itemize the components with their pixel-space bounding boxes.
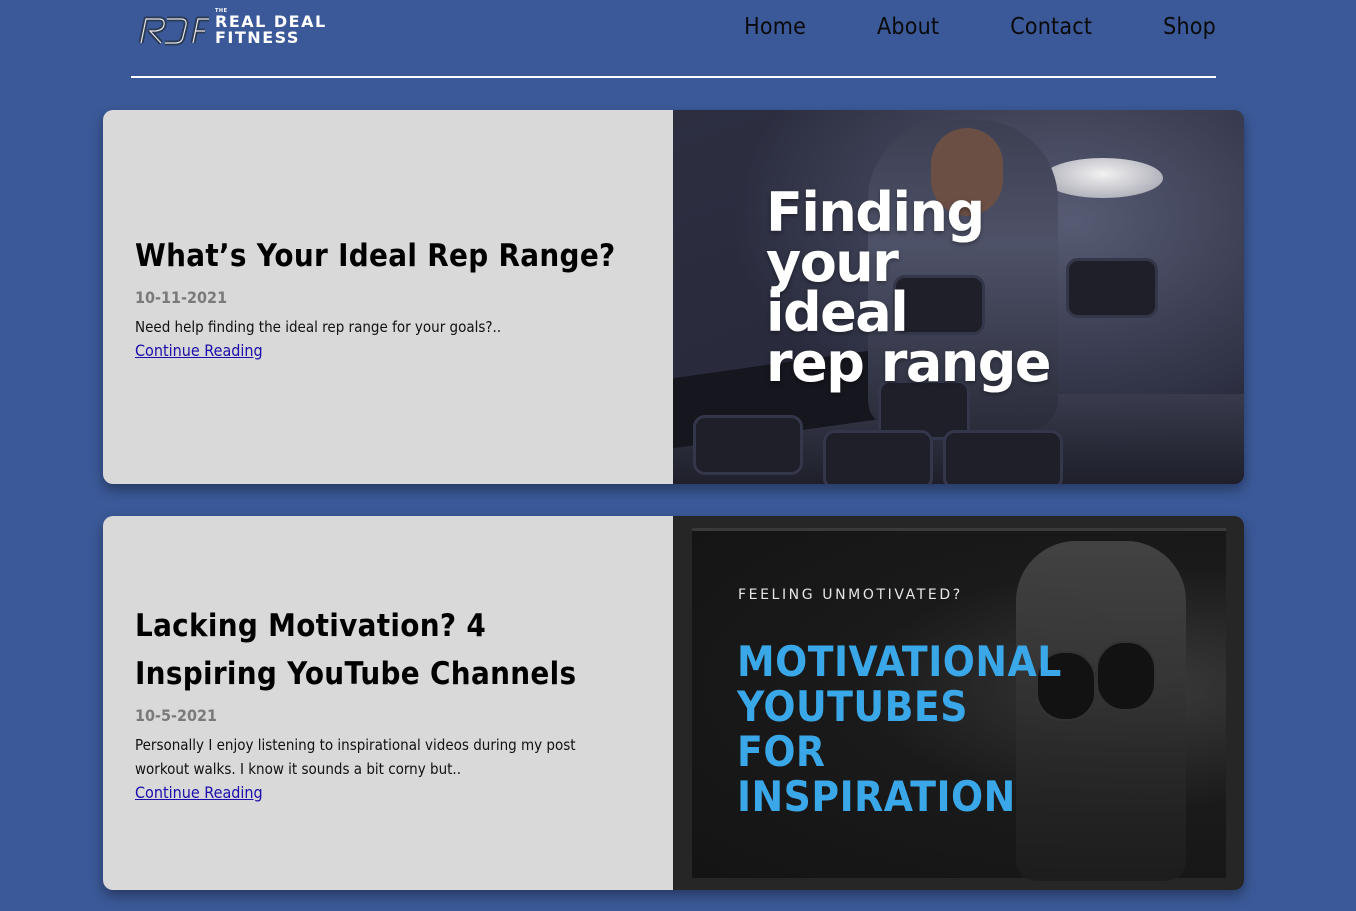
post-image[interactable]: Finding your ideal rep range <box>673 110 1244 484</box>
post-card: What’s Your Ideal Rep Range? 10-11-2021 … <box>103 110 1244 484</box>
post-image[interactable]: FEELING UNMOTIVATED? MOTIVATIONAL YOUTUB… <box>673 516 1244 890</box>
nav-about-link[interactable]: About <box>877 14 939 40</box>
site-logo[interactable]: THE REAL DEAL FITNESS <box>137 9 327 50</box>
dumbbell-icon <box>943 430 1063 484</box>
poster-title-line: INSPIRATION <box>737 772 1016 821</box>
dumbbell-icon <box>1066 258 1158 318</box>
rdf-logo-icon <box>138 16 209 46</box>
nav-home-link[interactable]: Home <box>744 14 806 40</box>
nav-shop-link[interactable]: Shop <box>1163 14 1216 40</box>
image-overlay-text: Finding your ideal rep range <box>766 186 1052 394</box>
post-date: 10-11-2021 <box>135 287 228 307</box>
continue-reading-link[interactable]: Continue Reading <box>135 339 633 363</box>
post-card-body: What’s Your Ideal Rep Range? 10-11-2021 … <box>103 110 673 484</box>
post-excerpt: Need help finding the ideal rep range fo… <box>135 317 502 336</box>
post-card: Lacking Motivation? 4 Inspiring YouTube … <box>103 516 1244 890</box>
post-excerpt: Personally I enjoy listening to inspirat… <box>135 735 576 778</box>
main-nav: Home About Contact Shop <box>673 14 1216 40</box>
dumbbell-icon <box>823 430 933 484</box>
nav-contact-link[interactable]: Contact <box>1010 14 1092 40</box>
poster-title-line: MOTIVATIONAL <box>737 637 1062 686</box>
logo-wordmark: THE REAL DEAL FITNESS <box>215 9 327 47</box>
poster-panel: FEELING UNMOTIVATED? MOTIVATIONAL YOUTUB… <box>692 528 1226 881</box>
boxing-glove-icon <box>1096 641 1156 711</box>
site-header: THE REAL DEAL FITNESS Home About Contact… <box>131 0 1216 78</box>
image-text-line: rep range <box>766 331 1052 394</box>
post-card-body: Lacking Motivation? 4 Inspiring YouTube … <box>103 516 673 890</box>
poster-title-line: YOUTUBES <box>737 682 968 731</box>
poster-title-line: FOR <box>737 727 826 776</box>
dumbbell-icon <box>693 415 803 475</box>
logo-line-2: FITNESS <box>215 28 300 47</box>
continue-reading-link[interactable]: Continue Reading <box>135 781 633 805</box>
poster-title: MOTIVATIONAL YOUTUBES FOR INSPIRATION <box>737 639 1062 819</box>
image-stool <box>1043 158 1163 198</box>
logo-the: THE <box>215 8 228 14</box>
poster-kicker: FEELING UNMOTIVATED? <box>738 587 963 603</box>
post-title[interactable]: What’s Your Ideal Rep Range? <box>135 232 633 280</box>
post-title[interactable]: Lacking Motivation? 4 Inspiring YouTube … <box>135 602 633 698</box>
post-date: 10-5-2021 <box>135 705 218 725</box>
